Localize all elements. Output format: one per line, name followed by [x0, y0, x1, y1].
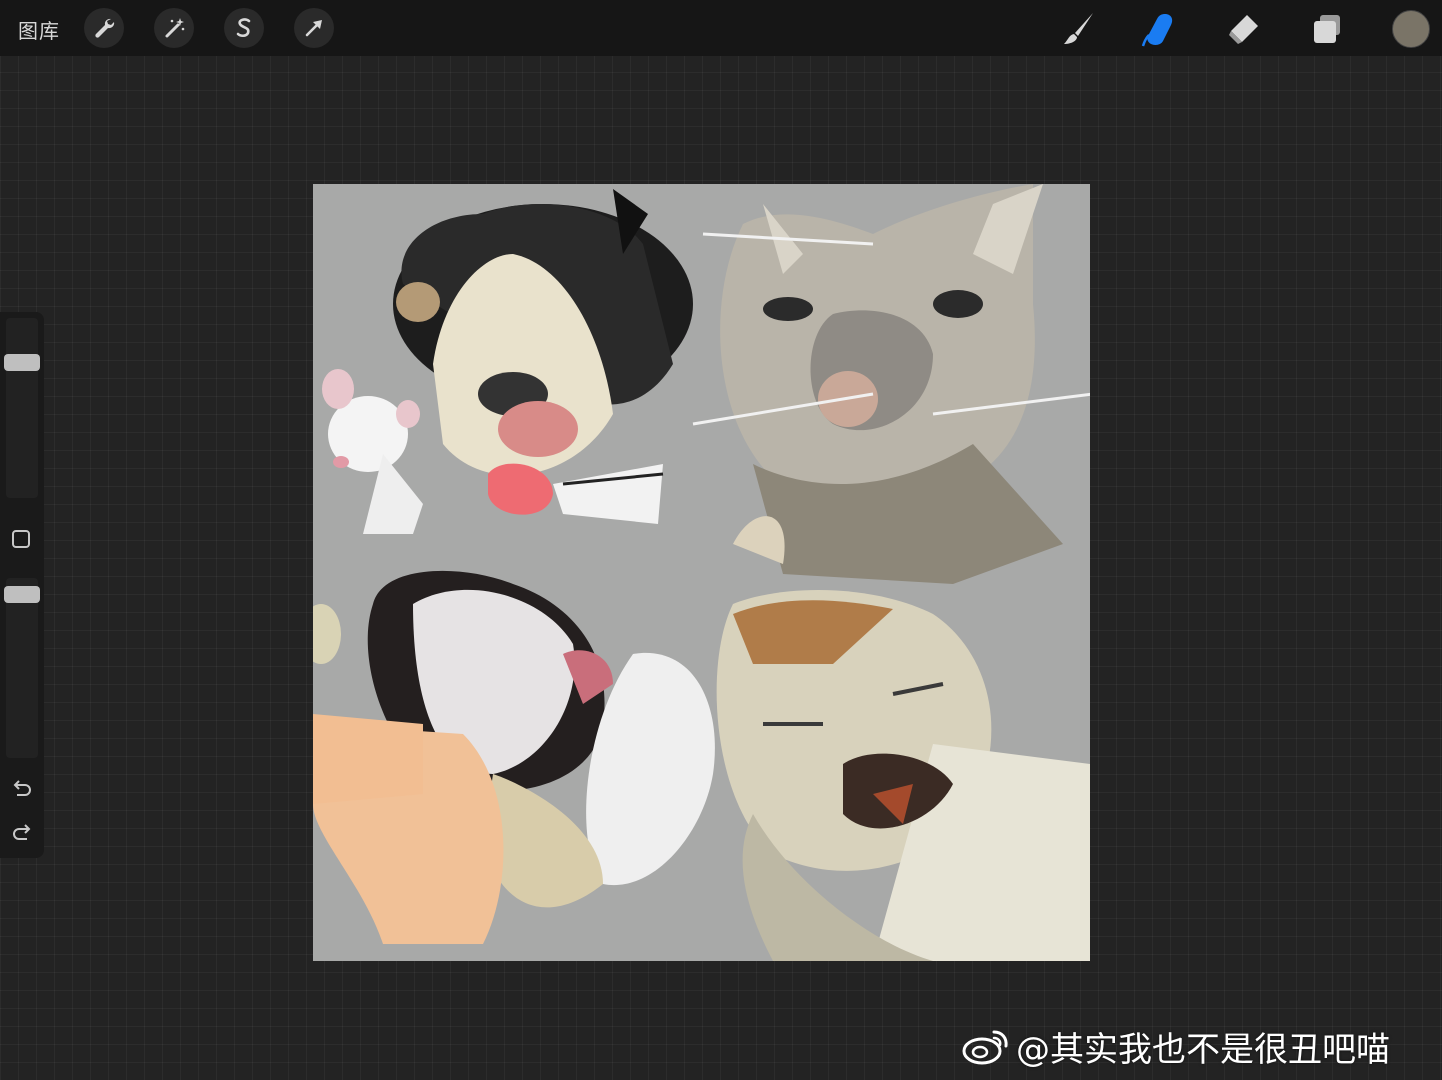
- white-mouse: [322, 369, 423, 534]
- top-toolbar: 图库: [0, 0, 1442, 56]
- selection-button[interactable]: [224, 8, 264, 48]
- redo-icon[interactable]: [10, 820, 34, 844]
- adjustments-button[interactable]: [154, 8, 194, 48]
- drawing-canvas[interactable]: [313, 184, 1090, 961]
- opacity-slider[interactable]: [4, 578, 40, 758]
- weibo-watermark: @其实我也不是很丑吧喵: [962, 1024, 1390, 1070]
- black-white-cat: [393, 189, 693, 524]
- brush-size-slider[interactable]: [4, 318, 40, 498]
- actions-button[interactable]: [84, 8, 124, 48]
- layers-icon: [1314, 15, 1340, 43]
- cat-painting: [313, 184, 1090, 961]
- wrench-icon: [95, 18, 115, 38]
- brush-icon: [1064, 13, 1093, 44]
- opacity-thumb[interactable]: [4, 586, 40, 604]
- grey-cat: [692, 184, 1090, 584]
- tuxedo-cat-yawn: [313, 570, 715, 944]
- laughing-cat: [716, 590, 1090, 961]
- layers-tool-button[interactable]: [1306, 8, 1348, 50]
- modify-button[interactable]: [12, 530, 30, 548]
- watermark-text: @其实我也不是很丑吧喵: [1016, 1029, 1390, 1070]
- brush-size-thumb[interactable]: [4, 353, 40, 371]
- weibo-logo: [962, 1030, 1008, 1065]
- left-sidebar: [0, 312, 44, 858]
- transform-button[interactable]: [294, 8, 334, 48]
- smudge-tool-button[interactable]: [1140, 8, 1182, 50]
- smudge-finger-icon: [1141, 14, 1173, 47]
- undo-icon[interactable]: [10, 776, 34, 800]
- magic-wand-icon: [165, 18, 185, 38]
- arrow-cursor-icon: [305, 20, 322, 37]
- brush-tool-button[interactable]: [1058, 8, 1100, 50]
- selection-s-icon: [236, 18, 251, 38]
- eraser-icon: [1229, 15, 1258, 44]
- eraser-tool-button[interactable]: [1222, 8, 1264, 50]
- color-picker-button[interactable]: [1392, 10, 1430, 48]
- gallery-button[interactable]: 图库: [18, 15, 60, 44]
